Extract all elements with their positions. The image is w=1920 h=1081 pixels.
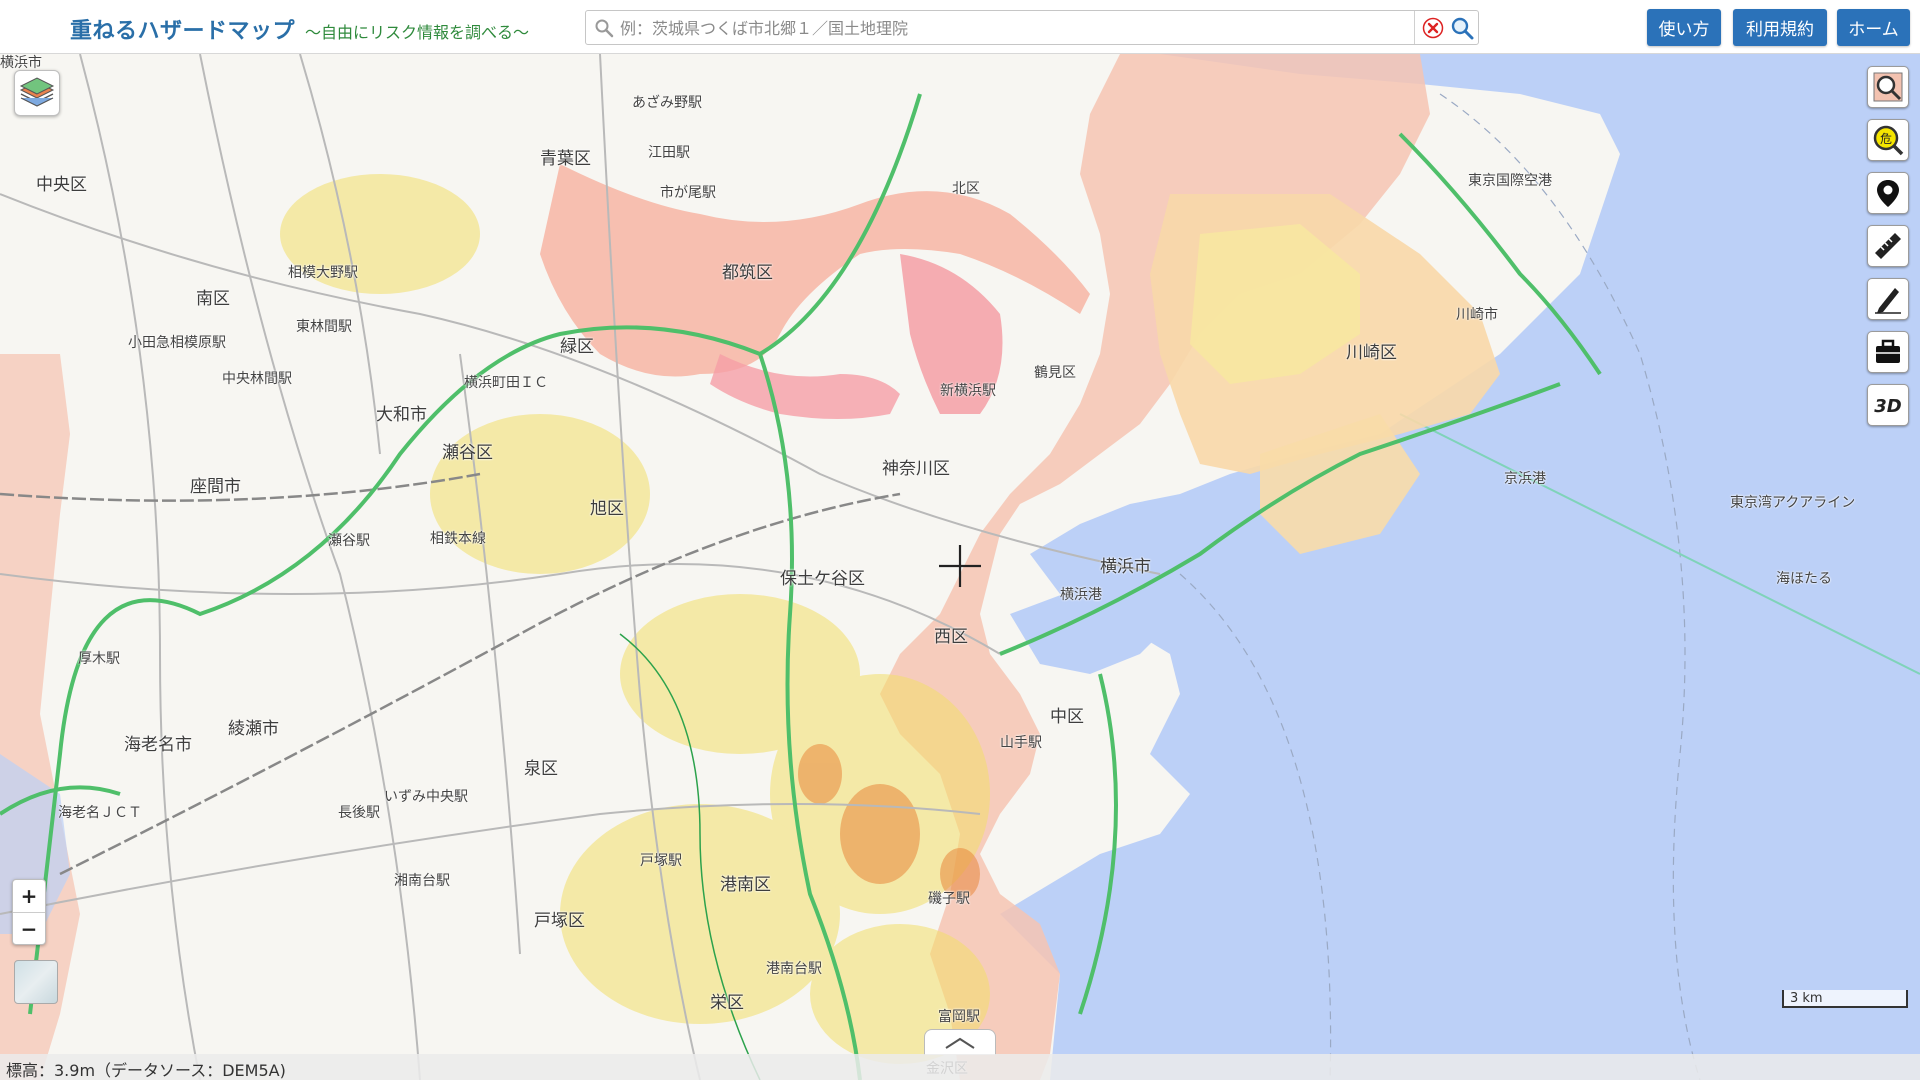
app-title[interactable]: 重ねるハザードマップ [70,13,295,45]
scale-bar: 3 km [1782,990,1908,1008]
howto-button[interactable]: 使い方 [1647,9,1721,46]
chevron-up-icon [945,1037,975,1049]
app-subtitle: ～自由にリスク情報を調べる～ [305,23,530,42]
measure-tool[interactable] [1867,225,1909,267]
layer-button[interactable] [14,70,60,116]
view-3d-tool[interactable]: 3D [1867,384,1909,426]
svg-text:3D: 3D [1874,396,1902,417]
zoom-controls: + − [12,879,46,945]
home-button[interactable]: ホーム [1837,9,1910,46]
basemap-switch-button[interactable] [14,960,58,1004]
search-button-icon[interactable] [1450,16,1474,40]
search-divider [1414,11,1415,44]
map-search-tool[interactable] [1867,66,1909,108]
toolbox-tool[interactable] [1867,331,1909,373]
pencil-icon [1875,288,1901,314]
location-pin-icon [1877,180,1899,207]
header-bar: 重ねるハザードマップ ～自由にリスク情報を調べる～ 使い方 利用規約 ホーム [0,0,1920,54]
search-icon [595,19,614,38]
hazard-map[interactable]: 横浜市 あざみ野駅 中央区 青葉区 江田駅 市が尾駅 都筑区 北区 南区 東林間… [0,54,1920,1080]
hazard-magnifier-icon: 危 [1873,125,1904,156]
clear-search-icon[interactable] [1422,17,1444,39]
hazard-search-tool[interactable]: 危 [1867,119,1909,161]
location-tool[interactable] [1867,172,1909,214]
zoom-in-button[interactable]: + [13,880,45,912]
terms-button[interactable]: 利用規約 [1733,9,1827,46]
map-magnifier-icon [1873,72,1903,102]
bottom-panel-toggle[interactable] [924,1029,996,1055]
elevation-readout: 標高：3.9m（データソース：DEM5A) [6,1061,286,1080]
right-toolbar: 危 3D [1867,66,1909,437]
briefcase-icon [1876,339,1900,363]
zoom-out-button[interactable]: − [13,913,45,945]
ruler-icon [1875,233,1901,259]
draw-tool[interactable] [1867,278,1909,320]
search-input[interactable] [620,15,1380,41]
status-bar: 標高：3.9m（データソース：DEM5A) [0,1054,1920,1080]
svg-text:危: 危 [1880,132,1892,146]
3d-view-icon: 3D [1874,396,1902,417]
layers-icon [19,77,55,107]
map-canvas[interactable] [0,54,1920,1080]
scale-label: 3 km [1790,991,1823,1006]
search-box [585,10,1479,45]
